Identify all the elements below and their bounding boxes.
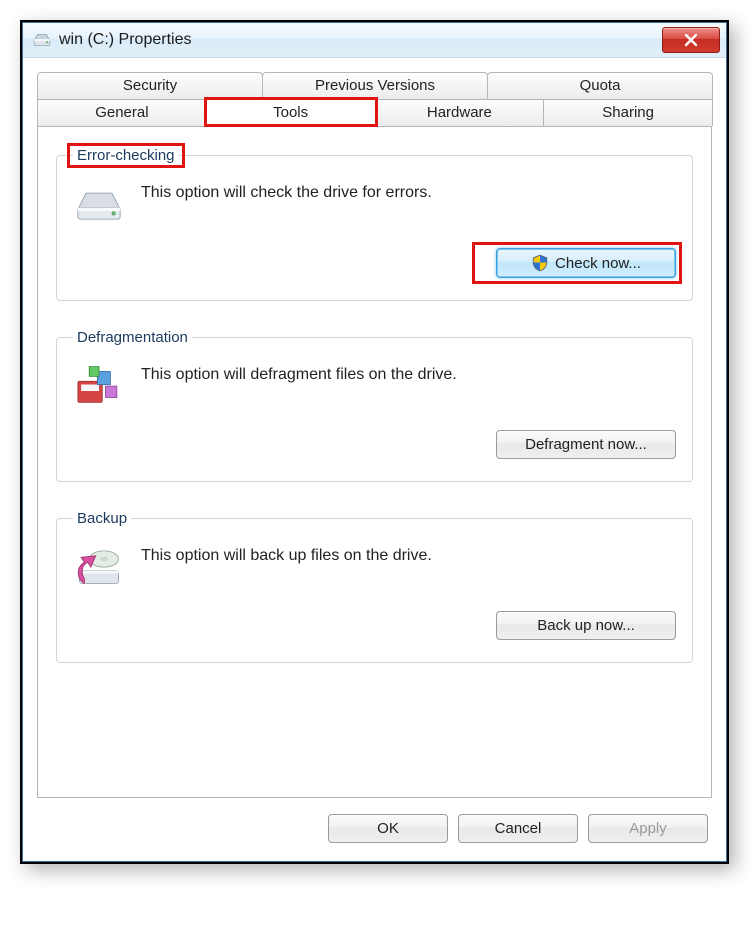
legend-backup: Backup [73,510,131,527]
hard-drive-icon [73,182,125,226]
close-icon [683,32,699,48]
backup-now-label: Back up now... [537,617,635,634]
window-title: win (C:) Properties [59,31,662,49]
defragmentation-description: This option will defragment files on the… [141,364,676,384]
dialog-footer: OK Cancel Apply [37,798,712,843]
uac-shield-icon [531,254,549,272]
backup-icon [73,545,125,589]
apply-button[interactable]: Apply [588,814,708,843]
close-button[interactable] [662,27,720,53]
legend-defragmentation: Defragmentation [73,329,192,346]
error-checking-description: This option will check the drive for err… [141,182,676,202]
window-titlebar: win (C:) Properties [23,23,726,58]
defragment-now-button[interactable]: Defragment now... [496,430,676,459]
backup-description: This option will back up files on the dr… [141,545,676,565]
check-now-label: Check now... [555,255,641,272]
tab-security[interactable]: Security [37,72,263,99]
legend-error-checking: Error-checking [73,147,179,164]
group-backup: Backup This op [56,510,693,663]
tab-sharing[interactable]: Sharing [543,99,713,126]
tab-general[interactable]: General [37,99,207,126]
defrag-icon [73,364,125,408]
tab-tools-label: Tools [273,104,308,121]
group-error-checking: Error-checking [56,147,693,301]
drive-icon [33,31,51,49]
group-defragmentation: Defragmentation [56,329,693,482]
screenshot-frame: win (C:) Properties Security Previous Ve… [20,20,729,864]
backup-now-button[interactable]: Back up now... [496,611,676,640]
tab-tools[interactable]: Tools [206,99,376,127]
tab-strip: Security Previous Versions Quota General… [37,72,712,798]
ok-button[interactable]: OK [328,814,448,843]
client-area: Security Previous Versions Quota General… [23,58,726,861]
tab-body-tools: Error-checking [37,126,712,798]
check-now-button[interactable]: Check now... [496,248,676,278]
tab-hardware[interactable]: Hardware [375,99,545,126]
tab-previous-versions[interactable]: Previous Versions [262,72,488,99]
defragment-now-label: Defragment now... [525,436,647,453]
tab-quota[interactable]: Quota [487,72,713,99]
cancel-button[interactable]: Cancel [458,814,578,843]
properties-window: win (C:) Properties Security Previous Ve… [22,22,727,862]
